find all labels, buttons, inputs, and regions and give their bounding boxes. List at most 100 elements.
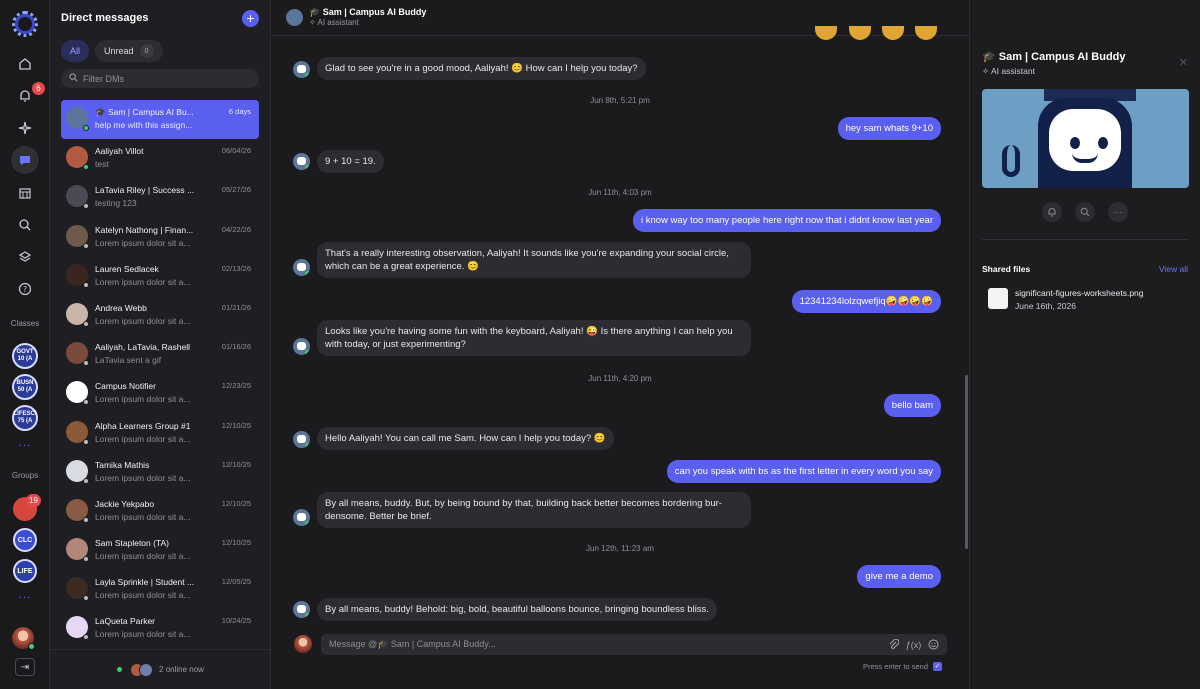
send-hint: Press enter to send ✓ [863,662,942,671]
formula-icon[interactable]: ƒ(x) [906,638,922,651]
online-indicator [28,643,35,650]
dm-date: 01/21/26 [221,302,251,312]
dm-list-item[interactable]: Tamika Mathis Lorem ipsum dolor sit a... 1… [61,453,259,492]
class-avatar[interactable]: BUSN 50 (A [12,374,38,400]
group-avatar[interactable]: CLC [13,528,37,552]
notification-badge: 6 [32,82,45,95]
dm-list-item[interactable]: Aaliyah, LaTavia, Rashell LaTavia sent a … [61,335,259,374]
online-dot [117,667,123,672]
shared-files-label: Shared files [982,264,1031,274]
robot-eye [1098,137,1108,149]
calendar-icon[interactable] [13,181,37,205]
app-root: 6 ? Classes GOVT 10 (A BUSN 50 (A LIFESC… [0,0,1200,689]
bot-avatar[interactable] [286,9,303,26]
dm-name: Alpha Learners Group #1 [95,420,191,431]
sparkle-icon[interactable] [13,116,37,140]
dm-name: Katelyn Nathong | Finan... [95,224,194,235]
new-dm-button[interactable]: + [242,10,259,27]
dm-list: 🎓 Sam | Campus AI Bu... help me with this… [61,100,259,649]
scrollbar[interactable] [965,375,968,549]
dm-list-item[interactable]: Aaliyah Villot test 06/04/26 [61,139,259,178]
tab-unread[interactable]: Unread 0 [95,40,163,62]
dm-name: LaQueta Parker [95,616,156,627]
dm-date: 04/22/26 [221,224,251,234]
dm-preview: test [95,159,109,170]
outgoing-message[interactable]: i know way too many people here right no… [632,209,941,232]
layers-icon[interactable] [13,245,37,269]
dm-list-item[interactable]: Campus Notifier Lorem ipsum dolor sit a..… [61,374,259,413]
view-all-link[interactable]: View all [1159,264,1188,274]
dm-date: 06/04/26 [221,146,251,156]
dm-preview: Lorem ipsum dolor sit a... [95,472,191,483]
dm-date: 12/10/25 [221,538,251,548]
more-options-icon[interactable]: ··· [1108,202,1128,222]
dm-date: 12/10/25 [221,498,251,508]
message-input[interactable]: Message @🎓 Sam | Campus AI Buddy... ƒ(x) [321,634,947,655]
dm-list-item[interactable]: Jackie Yekpabo Lorem ipsum dolor sit a...… [61,492,259,531]
dm-name: Sam Stapleton (TA) [95,538,170,549]
dm-preview: LaTavia sent a gif [95,355,162,366]
dm-list-item[interactable]: Lauren Sedlacek Lorem ipsum dolor sit a..… [61,257,259,296]
dm-preview: Lorem ipsum dolor sit a... [95,394,191,405]
emoji-icon[interactable] [927,638,940,651]
chat-icon[interactable] [11,146,39,174]
incoming-message[interactable]: That's a really interesting observation,… [317,242,751,278]
dm-preview: testing 123 [95,198,137,209]
class-avatar[interactable]: GOVT 10 (A [12,343,38,369]
attachment-icon[interactable] [887,638,900,651]
conversation-subtitle: ✧ AI assistant [309,18,359,27]
incoming-message[interactable]: By all means, buddy. But, by being bound… [317,492,751,528]
group-avatar[interactable]: LIFE [13,559,37,583]
dm-list-item[interactable]: LaTavia Riley | Success ... testing 123 05… [61,178,259,217]
emoji-reaction [815,26,837,40]
tab-all[interactable]: All [61,40,90,62]
dm-list-item[interactable]: LaQueta Parker Lorem ipsum dolor sit a...… [61,609,259,648]
collapse-sidebar-icon[interactable]: ⇥ [15,658,35,676]
dm-name: LaTavia Riley | Success ... [95,185,195,196]
class-avatar[interactable]: LIFESCI 75 (A [12,405,38,431]
filter-dms-input[interactable]: Filter DMs [61,69,259,88]
incoming-message[interactable]: Hello Aaliyah! You can call me Sam. How … [317,427,614,450]
outgoing-message[interactable]: bello bam [883,394,941,417]
outgoing-message[interactable]: hey sam whats 9+10 [837,117,941,140]
dm-preview: Lorem ipsum dolor sit a... [95,276,191,287]
home-icon[interactable] [13,52,37,76]
search-icon[interactable] [1075,202,1095,222]
app-logo[interactable] [12,11,38,37]
conversation-title[interactable]: 🎓 Sam | Campus AI Buddy [309,7,426,18]
enter-to-send-checkbox[interactable]: ✓ [933,662,942,671]
presence-dot [83,320,89,327]
online-footer: 2 online now [50,649,271,689]
outgoing-message[interactable]: 12341234lolzqwefjiq🤪🤪🤪🤪 [791,290,941,313]
incoming-message[interactable]: By all means, buddy! Behold: big, bold, … [317,598,717,621]
outgoing-message[interactable]: give me a demo [857,565,941,588]
dm-list-item[interactable]: Andrea Webb Lorem ipsum dolor sit a... 01/… [61,296,259,335]
incoming-message[interactable]: Looks like you're having some fun with t… [317,320,751,356]
dm-list-item[interactable]: Katelyn Nathong | Finan... Lorem ipsum do… [61,218,259,257]
dm-preview: Lorem ipsum dolor sit a... [95,551,191,562]
dm-list-item[interactable]: Alpha Learners Group #1 Lorem ipsum dolor… [61,414,259,453]
mute-bell-icon[interactable] [1042,202,1062,222]
dm-list-item[interactable]: Layla Sprinkle | Student ... Lorem ipsum … [61,570,259,609]
file-name[interactable]: significant-figures-worksheets.png [1015,288,1144,298]
search-icon[interactable] [13,213,37,237]
dm-name: 🎓 Sam | Campus AI Bu... [95,107,194,117]
svg-text:?: ? [23,285,27,294]
more-groups-button[interactable]: ··· [0,592,50,603]
close-icon[interactable]: ✕ [1179,56,1188,69]
presence-dot [83,203,89,210]
bot-avatar [293,509,310,526]
dm-name: Campus Notifier [95,381,156,392]
more-classes-button[interactable]: ··· [0,440,50,451]
outgoing-message[interactable]: can you speak with bs as the first lette… [666,460,941,483]
dm-list-item[interactable]: 🎓 Sam | Campus AI Bu... help me with this… [61,100,259,140]
help-icon[interactable]: ? [13,277,37,301]
presence-dot [83,242,89,249]
file-thumbnail[interactable] [988,288,1008,309]
dm-list-item[interactable]: Sam Stapleton (TA) Lorem ipsum dolor sit … [61,531,259,570]
details-subtitle: ✧ AI assistant [982,66,1035,76]
emoji-reaction [915,26,937,40]
dm-title: Direct messages [61,12,149,24]
incoming-message[interactable]: Glad to see you're in a good mood, Aaliy… [317,57,646,80]
incoming-message[interactable]: 9 + 10 = 19. [317,150,384,173]
